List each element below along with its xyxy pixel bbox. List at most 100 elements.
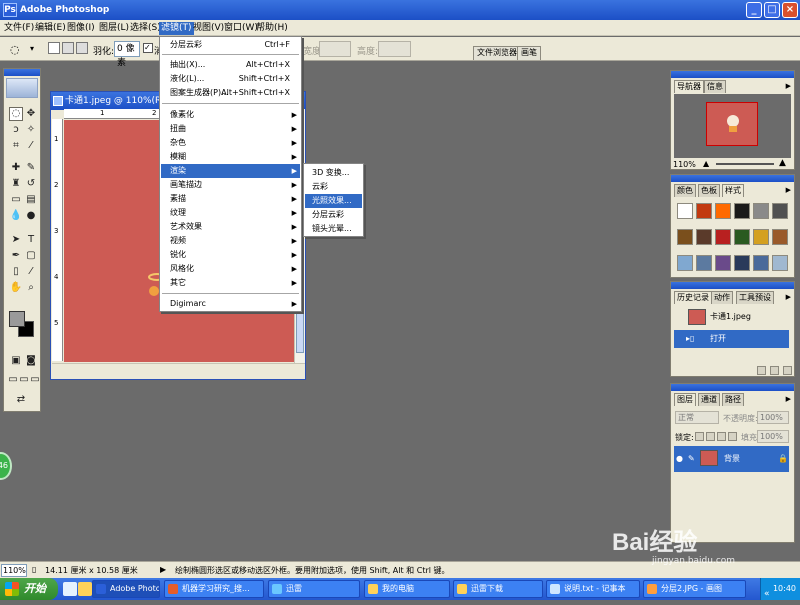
floating-badge[interactable]: 46 — [0, 452, 12, 480]
style-swatch[interactable] — [677, 229, 693, 245]
pen-tool-icon[interactable]: ✒ — [9, 249, 23, 263]
filter-menu-item-render[interactable]: 渲染 ▶ — [161, 164, 300, 178]
filter-menu-item-digimarc[interactable]: Digimarc ▶ — [161, 297, 300, 311]
jump-to-imageready-icon[interactable]: ⇄ — [14, 393, 28, 407]
taskbar-button-notepad[interactable]: 说明.txt - 记事本 — [546, 580, 640, 598]
quicklaunch-desktop-icon[interactable] — [63, 582, 77, 596]
lock-move-icon[interactable] — [717, 432, 726, 441]
panel-menu-arrow-icon[interactable]: ▶ — [786, 293, 791, 301]
crop-tool-icon[interactable]: ⌗ — [9, 139, 23, 153]
brush-tool-icon[interactable]: ✎ — [24, 161, 38, 175]
panel-header[interactable] — [671, 384, 794, 391]
antialias-checkbox[interactable]: ✓ — [143, 43, 153, 53]
maximize-button[interactable]: □ — [764, 2, 780, 18]
blur-tool-icon[interactable]: 💧 — [9, 209, 23, 223]
filter-menu-item-pixelate[interactable]: 像素化 ▶ — [161, 108, 300, 122]
filter-menu-item-other[interactable]: 其它 ▶ — [161, 276, 300, 290]
navigator-zoom-value[interactable]: 110% — [673, 160, 696, 169]
menu-filter[interactable]: 滤镜(T) — [159, 22, 194, 35]
filter-menu-item-sketch[interactable]: 素描 ▶ — [161, 192, 300, 206]
history-brush-icon[interactable]: ↺ — [24, 177, 38, 191]
taskbar-button-paint[interactable]: 分层2.JPG - 画图 — [643, 580, 746, 598]
menu-file[interactable]: 文件(F) — [2, 22, 36, 35]
filter-menu-item-pattern-maker[interactable]: 图案生成器(P)... Alt+Shift+Ctrl+X — [161, 86, 300, 100]
close-button[interactable]: × — [782, 2, 798, 18]
lock-paint-icon[interactable] — [706, 432, 715, 441]
opacity-input[interactable]: 100% — [757, 411, 789, 424]
subtract-selection-icon[interactable] — [76, 42, 88, 54]
taskbar-button-my-computer[interactable]: 我的电脑 — [364, 580, 450, 598]
menu-view[interactable]: 视图(V) — [191, 22, 226, 35]
render-item-difference-clouds[interactable]: 分层云彩 — [305, 208, 362, 222]
eyedropper-icon[interactable]: ⁄ — [24, 265, 38, 279]
dodge-tool-icon[interactable]: ● — [24, 209, 38, 223]
render-item-lighting-effects[interactable]: 光照效果... — [305, 194, 362, 208]
ellipse-marquee-icon[interactable]: ◌ — [10, 43, 20, 56]
new-selection-icon[interactable] — [48, 42, 60, 54]
style-swatch[interactable] — [715, 229, 731, 245]
clone-stamp-icon[interactable]: ♜ — [9, 177, 23, 191]
menu-help[interactable]: 帮助(H) — [254, 22, 290, 35]
panel-menu-arrow-icon[interactable]: ▶ — [786, 186, 791, 194]
tab-tool-presets[interactable]: 工具预设 — [736, 291, 774, 304]
eye-icon[interactable]: ● — [676, 446, 683, 472]
healing-brush-icon[interactable]: ✚ — [9, 161, 23, 175]
quickmask-mode-icon[interactable]: ◙ — [24, 354, 38, 368]
start-button[interactable]: 开始 — [0, 578, 58, 600]
zoom-in-icon[interactable]: ▲ — [779, 158, 786, 168]
path-selection-icon[interactable]: ➤ — [9, 233, 23, 247]
blend-mode-select[interactable]: 正常 — [675, 411, 719, 424]
minimize-button[interactable]: _ — [746, 2, 762, 18]
gradient-tool-icon[interactable]: ▤ — [24, 193, 38, 207]
scrollbar-thumb[interactable] — [296, 313, 304, 353]
move-tool-icon[interactable]: ✥ — [24, 107, 38, 121]
panel-header[interactable] — [671, 282, 794, 289]
menu-select[interactable]: 选择(S) — [128, 22, 163, 35]
style-swatch[interactable] — [753, 255, 769, 271]
style-swatch[interactable] — [677, 203, 693, 219]
style-swatch[interactable] — [734, 203, 750, 219]
feather-input[interactable]: 0 像素 — [114, 41, 140, 68]
taskbar-button-thunder-download[interactable]: 迅雷下载 — [453, 580, 543, 598]
menu-layer[interactable]: 图层(L) — [97, 22, 131, 35]
filter-menu-item-sharpen[interactable]: 锐化 ▶ — [161, 248, 300, 262]
filter-menu-item-artistic[interactable]: 艺术效果 ▶ — [161, 220, 300, 234]
width-input[interactable] — [319, 41, 351, 57]
height-input[interactable] — [378, 41, 411, 57]
panel-header[interactable] — [671, 71, 794, 78]
document-horizontal-scrollbar[interactable] — [52, 363, 305, 377]
render-item-lens-flare[interactable]: 镜头光晕... — [305, 222, 362, 236]
render-item-3d-transform[interactable]: 3D 变换... — [305, 166, 362, 180]
render-item-clouds[interactable]: 云彩 — [305, 180, 362, 194]
eraser-tool-icon[interactable]: ▭ — [9, 193, 23, 207]
type-tool-icon[interactable]: T — [24, 233, 38, 247]
style-swatch[interactable] — [772, 203, 788, 219]
tab-styles[interactable]: 样式 — [722, 184, 744, 197]
layer-row-background[interactable]: ● ✎ 背景 🔒 — [674, 446, 789, 472]
filter-menu-item-stylize[interactable]: 风格化 ▶ — [161, 262, 300, 276]
lasso-tool-icon[interactable]: ↄ — [9, 123, 23, 137]
lock-transparency-icon[interactable] — [695, 432, 704, 441]
style-swatch[interactable] — [715, 203, 731, 219]
tab-history[interactable]: 历史记录 — [674, 291, 712, 304]
chevron-down-icon[interactable]: ▾ — [30, 44, 34, 53]
tab-actions[interactable]: 动作 — [711, 291, 733, 304]
taskbar-button-browser[interactable]: 机器学习研究_搜... — [164, 580, 264, 598]
filter-menu-item-liquify[interactable]: 液化(L)... Shift+Ctrl+X — [161, 72, 300, 86]
panel-menu-arrow-icon[interactable]: ▶ — [786, 82, 791, 90]
style-swatch[interactable] — [772, 229, 788, 245]
hand-tool-icon[interactable]: ✋ — [9, 281, 23, 295]
foreground-color-swatch[interactable] — [9, 311, 25, 327]
style-swatch[interactable] — [696, 255, 712, 271]
history-snapshot-row[interactable]: 卡通1.jpeg — [674, 308, 789, 326]
tab-navigator[interactable]: 导航器 — [674, 80, 704, 93]
style-swatch[interactable] — [753, 203, 769, 219]
zoom-out-icon[interactable]: ▲ — [703, 159, 709, 168]
add-selection-icon[interactable] — [62, 42, 74, 54]
status-zoom-input[interactable]: 110% — [1, 564, 27, 577]
notes-tool-icon[interactable]: ▯ — [9, 265, 23, 279]
navigator-view-box[interactable] — [706, 102, 758, 146]
style-swatch[interactable] — [696, 229, 712, 245]
shape-tool-icon[interactable]: ▢ — [24, 249, 38, 263]
filter-menu-item-blur[interactable]: 模糊 ▶ — [161, 150, 300, 164]
